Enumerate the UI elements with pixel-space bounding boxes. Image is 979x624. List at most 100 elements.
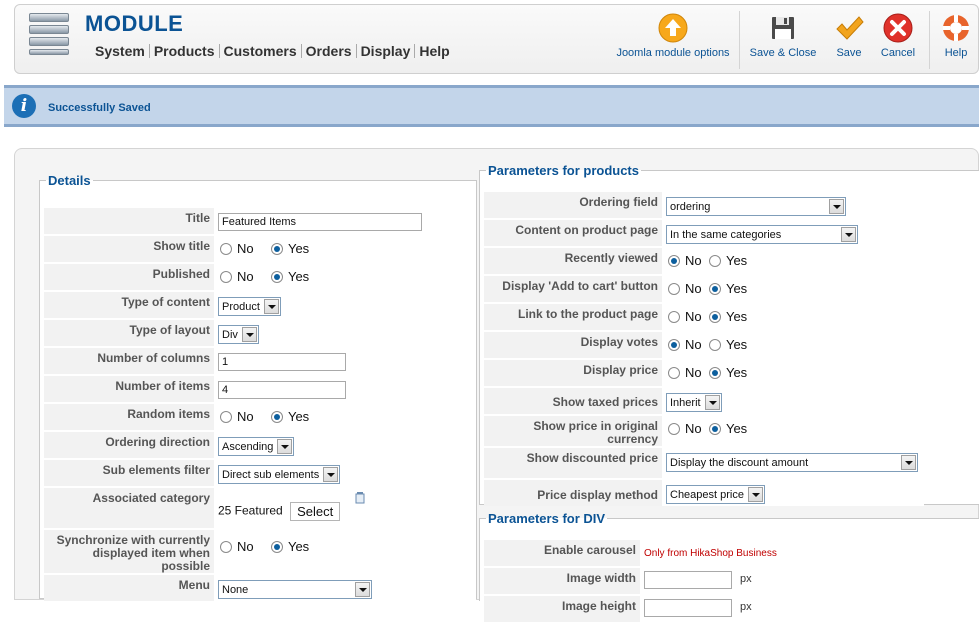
show-title-yes-radio[interactable]: [270, 243, 283, 255]
votes-yes-radio[interactable]: [708, 339, 721, 351]
chevron-down-icon: [355, 582, 370, 597]
carousel-note: Only from HikaShop Business: [644, 548, 777, 559]
module-icon: [29, 13, 69, 57]
orig-currency-yes-radio[interactable]: [708, 423, 721, 435]
price-no-radio[interactable]: [668, 367, 680, 379]
nav-customers[interactable]: Customers: [220, 44, 302, 58]
chevron-down-icon: [829, 199, 844, 214]
row-show-title: Show title No Yes: [44, 236, 476, 262]
select-category-button[interactable]: Select: [290, 502, 341, 521]
success-message: i Successfully Saved: [4, 85, 979, 127]
link-yes-radio[interactable]: [708, 311, 721, 323]
assoc-category-value: 25 Featured: [218, 503, 283, 518]
options-button[interactable]: Joomla module options: [615, 11, 731, 67]
row-add-to-cart: Display 'Add to cart' button No Yes: [484, 276, 924, 302]
row-random: Random items No Yes: [44, 404, 476, 430]
sync-yes-radio[interactable]: [270, 541, 283, 553]
ordering-field-select[interactable]: ordering: [666, 197, 846, 216]
chevron-down-icon: [748, 487, 763, 502]
delete-icon[interactable]: [354, 492, 366, 504]
random-yes-radio[interactable]: [270, 411, 283, 423]
votes-no-radio[interactable]: [668, 339, 680, 351]
row-title: Title Featured Items: [44, 208, 476, 234]
nav-display[interactable]: Display: [357, 44, 416, 58]
row-ordering-field: Ordering field ordering: [484, 192, 924, 218]
row-link-product: Link to the product page No Yes: [484, 304, 924, 330]
sync-no-radio[interactable]: [220, 541, 232, 553]
add-to-cart-yes-radio[interactable]: [708, 283, 721, 295]
sub-filter-select[interactable]: Direct sub elements: [218, 465, 341, 484]
menu-select[interactable]: None: [218, 580, 372, 599]
cancel-button[interactable]: Cancel: [877, 11, 919, 67]
recently-viewed-yes-radio[interactable]: [708, 255, 721, 267]
nav-orders[interactable]: Orders: [302, 44, 357, 58]
taxed-prices-select[interactable]: Inherit: [666, 393, 722, 412]
published-yes-radio[interactable]: [270, 271, 283, 283]
floppy-disk-icon: [772, 17, 794, 39]
help-button[interactable]: Help: [937, 11, 975, 67]
details-legend: Details: [48, 173, 91, 188]
items-input[interactable]: 4: [218, 381, 346, 399]
info-icon: i: [12, 94, 36, 118]
main-nav: System Products Customers Orders Display Help: [91, 43, 454, 59]
add-to-cart-no-radio[interactable]: [668, 283, 680, 295]
price-method-select[interactable]: Cheapest price: [666, 485, 765, 504]
row-price-method: Price display method Cheapest price: [484, 480, 924, 506]
row-items: Number of items 4: [44, 376, 476, 402]
random-no-radio[interactable]: [220, 411, 232, 423]
image-height-input[interactable]: [644, 599, 732, 617]
row-recently-viewed: Recently viewed No Yes: [484, 248, 924, 274]
row-display-price: Display price No Yes: [484, 360, 924, 386]
orig-currency-no-radio[interactable]: [668, 423, 680, 435]
chevron-down-icon: [704, 395, 720, 410]
div-params-panel: Parameters for DIV Enable carousel Only …: [479, 511, 979, 622]
row-type-of-layout: Type of layout Div: [44, 320, 476, 346]
nav-products[interactable]: Products: [150, 44, 220, 58]
row-ordering-direction: Ordering direction Ascending: [44, 432, 476, 458]
discount-select[interactable]: Display the discount amount: [666, 453, 918, 472]
checkmark-icon: [836, 16, 864, 40]
title-input[interactable]: Featured Items: [218, 213, 422, 231]
module-header: MODULE System Products Customers Orders Disp…: [14, 4, 979, 74]
save-close-button[interactable]: Save & Close: [749, 11, 817, 67]
columns-input[interactable]: 1: [218, 353, 346, 371]
products-legend: Parameters for products: [488, 163, 639, 178]
page-title: MODULE: [85, 11, 184, 36]
row-columns: Number of columns 1: [44, 348, 476, 374]
cancel-icon: [883, 13, 913, 43]
row-menu: Menu None: [44, 575, 476, 601]
chevron-down-icon: [901, 455, 916, 470]
row-published: Published No Yes: [44, 264, 476, 290]
nav-help[interactable]: Help: [415, 44, 453, 58]
chevron-down-icon: [241, 327, 257, 342]
row-sub-filter: Sub elements filter Direct sub elements: [44, 460, 476, 486]
published-no-radio[interactable]: [220, 271, 232, 283]
nav-system[interactable]: System: [91, 44, 150, 58]
link-no-radio[interactable]: [668, 311, 680, 323]
row-taxed-prices: Show taxed prices Inherit: [484, 388, 924, 414]
content-page-select[interactable]: In the same categories: [666, 225, 858, 244]
chevron-down-icon: [277, 439, 293, 454]
row-discounted-price: Show discounted price Display the discou…: [484, 448, 924, 478]
div-params-legend: Parameters for DIV: [488, 511, 606, 526]
show-title-no-radio[interactable]: [220, 243, 232, 255]
ordering-direction-select[interactable]: Ascending: [218, 437, 295, 456]
products-panel: Parameters for products Ordering field o…: [479, 163, 979, 506]
chevron-down-icon: [263, 299, 279, 314]
save-button[interactable]: Save: [829, 11, 869, 67]
arrow-up-icon: [658, 13, 688, 43]
recently-viewed-no-radio[interactable]: [668, 255, 680, 267]
image-width-input[interactable]: [644, 571, 732, 589]
details-panel: Details Title Featured Items Show title …: [39, 173, 477, 601]
row-assoc-category: Associated category 25 Featured Select: [44, 488, 476, 528]
message-text: Successfully Saved: [48, 102, 151, 114]
chevron-down-icon: [323, 467, 339, 482]
chevron-down-icon: [841, 227, 856, 242]
row-content-page: Content on product page In the same cate…: [484, 220, 924, 246]
type-of-content-select[interactable]: Product: [218, 297, 281, 316]
row-type-of-content: Type of content Product: [44, 292, 476, 318]
row-votes: Display votes No Yes: [484, 332, 924, 358]
price-yes-radio[interactable]: [708, 367, 721, 379]
type-of-layout-select[interactable]: Div: [218, 325, 259, 344]
row-image-width: Image width px: [484, 568, 780, 594]
